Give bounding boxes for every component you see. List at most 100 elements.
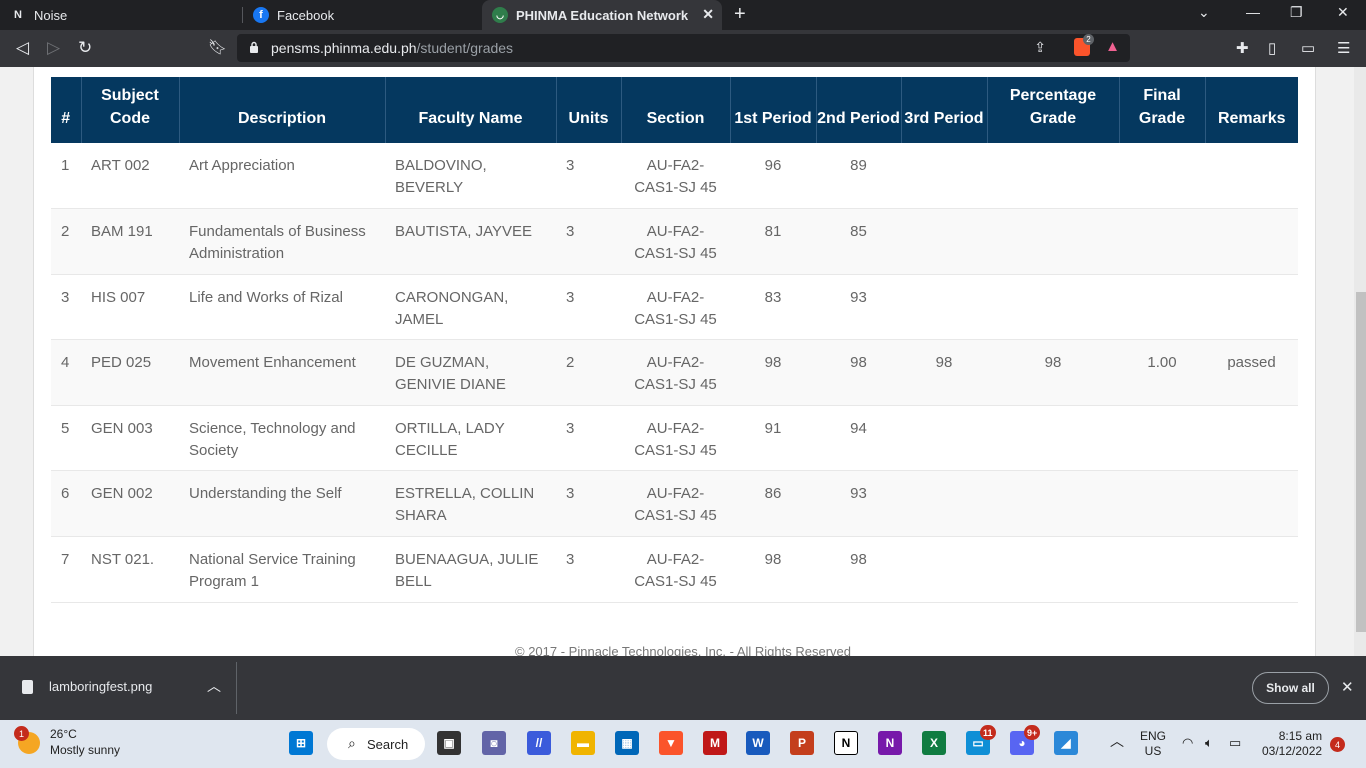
table-cell: 5 <box>61 419 70 437</box>
app-icon[interactable]: // <box>527 731 551 755</box>
extensions-icon[interactable]: ✚ <box>1236 39 1249 57</box>
column-header: Subject Code <box>80 77 179 143</box>
table-cell: 94 <box>850 419 867 437</box>
table-cell: 98 <box>935 354 953 372</box>
brave-rewards-icon[interactable]: ▲ <box>1105 38 1120 55</box>
photos-icon[interactable]: ◢ <box>1054 731 1078 755</box>
taskbar: 1 26°C Mostly sunny ⊞ ⌕ Search ▣ ◙ // ▬ … <box>0 720 1366 768</box>
forward-icon[interactable]: ▷ <box>47 38 60 58</box>
table-row: 6 GEN 002 Understanding the Self ESTRELLA, … <box>51 470 1298 537</box>
table-cell: GEN 002 <box>91 485 153 503</box>
new-tab-icon[interactable]: + <box>734 3 746 26</box>
table-cell: BAM 191 <box>91 223 153 241</box>
column-header: Faculty Name <box>384 77 556 143</box>
table-cell <box>1205 471 1298 537</box>
table-cell: 98 <box>764 551 782 569</box>
taskbar-search[interactable]: ⌕ Search <box>327 728 425 760</box>
weather-desc: Mostly sunny <box>50 743 121 757</box>
download-item[interactable]: lamboringfest.png <box>22 679 152 694</box>
browser-tab-bar: N Noise f Facebook ◡ PHINMA Education Ne… <box>0 0 1366 30</box>
store-icon[interactable]: ▦ <box>615 731 639 755</box>
weather-widget[interactable]: 1 26°C Mostly sunny <box>14 726 121 758</box>
back-icon[interactable]: ◁ <box>16 38 29 58</box>
table-cell: BUENAAGUA, JULIE BELL <box>395 551 539 591</box>
clock[interactable]: 8:15 am 03/12/2022 <box>1262 729 1322 759</box>
tab-search-chevron-icon[interactable]: ⌄ <box>1198 4 1210 21</box>
table-cell <box>987 405 1119 471</box>
minimize-icon[interactable]: — <box>1246 4 1260 20</box>
restore-icon[interactable]: ❐ <box>1290 4 1303 21</box>
bookmark-icon[interactable]: 🔖︎ <box>208 38 227 56</box>
table-cell <box>901 209 987 275</box>
column-header: # <box>61 110 71 127</box>
table-cell: 86 <box>764 485 782 503</box>
close-download-bar-icon[interactable]: ✕ <box>1341 678 1354 696</box>
meet-icon[interactable]: ▭ 11 <box>966 725 996 755</box>
column-header: 1st Period <box>729 77 816 143</box>
url-bar[interactable]: pensms.phinma.edu.ph/student/grades ⇪ 2 … <box>237 34 1130 62</box>
wifi-icon[interactable]: ◠ <box>1182 735 1193 750</box>
table-cell: Art Appreciation <box>189 157 295 174</box>
powerpoint-icon[interactable]: P <box>790 731 814 755</box>
shield-badge: 2 <box>1083 34 1094 45</box>
table-cell: 3 <box>566 551 575 569</box>
tab-facebook[interactable]: f Facebook <box>243 0 479 30</box>
table-cell: 3 <box>566 485 575 503</box>
chevron-up-tray-icon[interactable]: ︿ <box>1110 734 1124 749</box>
table-cell: Science, Technology and Society <box>189 419 356 459</box>
url-host: pensms.phinma.edu.ph <box>271 40 417 56</box>
menu-icon[interactable]: ☰ <box>1337 39 1350 57</box>
discord-icon[interactable]: ◕ 9+ <box>1010 725 1041 755</box>
excel-icon[interactable]: X <box>922 731 946 755</box>
volume-icon[interactable]: 🔈︎ <box>1205 735 1213 750</box>
reload-icon[interactable]: ↻ <box>78 38 92 58</box>
chevron-up-icon[interactable]: ︿ <box>207 676 221 696</box>
table-cell <box>901 143 987 209</box>
close-window-icon[interactable]: ✕ <box>1337 4 1349 21</box>
table-cell: Understanding the Self <box>189 485 342 503</box>
onenote-icon[interactable]: N <box>878 731 902 755</box>
teams-chat-icon[interactable]: ◙ <box>482 731 506 755</box>
discord-badge: 9+ <box>1024 725 1041 740</box>
table-cell: 3 <box>566 419 575 437</box>
battery-icon[interactable]: ▭ <box>1229 735 1241 750</box>
table-cell: 98 <box>850 551 867 569</box>
table-cell: 4 <box>61 354 70 372</box>
table-cell: 3 <box>566 288 575 306</box>
notification-badge[interactable]: 4 <box>1330 737 1345 752</box>
page-scrollbar[interactable] <box>1354 67 1366 656</box>
file-explorer-icon[interactable]: ▬ <box>571 731 595 755</box>
tab-noise[interactable]: N Noise <box>0 0 240 30</box>
facebook-icon: f <box>253 7 269 23</box>
sidebar-icon[interactable]: ▯ <box>1268 39 1276 57</box>
language-indicator[interactable]: ENG US <box>1140 729 1166 759</box>
tab-phinma[interactable]: ◡ PHINMA Education Network ✕ <box>482 0 722 30</box>
table-cell: AU-FA2-CAS1-SJ 45 <box>634 485 717 525</box>
table-cell: 1 <box>61 157 70 174</box>
table-cell <box>1119 471 1205 537</box>
notion-app-icon[interactable]: N <box>834 731 858 755</box>
table-cell: ART 002 <box>91 157 150 174</box>
table-cell: passed <box>1227 354 1276 372</box>
brave-shields-icon[interactable]: 2 <box>1074 34 1094 56</box>
table-header-row: # Subject Code Description Faculty Name Unit… <box>51 77 1298 143</box>
table-cell <box>901 274 987 340</box>
scrollbar-thumb[interactable] <box>1356 292 1366 632</box>
task-view-icon[interactable]: ▣ <box>437 731 461 755</box>
column-header: Units <box>555 77 621 143</box>
column-header: Section <box>620 77 730 143</box>
show-all-button[interactable]: Show all <box>1252 672 1329 704</box>
mcafee-icon[interactable]: M <box>703 731 727 755</box>
table-cell: AU-FA2-CAS1-SJ 45 <box>634 419 717 459</box>
close-tab-icon[interactable]: ✕ <box>702 6 714 23</box>
date: 03/12/2022 <box>1262 744 1323 758</box>
start-icon[interactable]: ⊞ <box>289 731 313 755</box>
table-cell: 98 <box>850 354 867 372</box>
table-row: 3 HIS 007 Life and Works of Rizal CARONONGA… <box>51 274 1298 340</box>
wallet-icon[interactable]: ▭ <box>1301 39 1315 57</box>
word-icon[interactable]: W <box>746 731 770 755</box>
share-icon[interactable]: ⇪ <box>1034 39 1046 56</box>
column-header: 2nd Period <box>815 77 901 143</box>
table-cell <box>987 537 1119 603</box>
brave-icon[interactable]: ▼ <box>659 731 683 755</box>
